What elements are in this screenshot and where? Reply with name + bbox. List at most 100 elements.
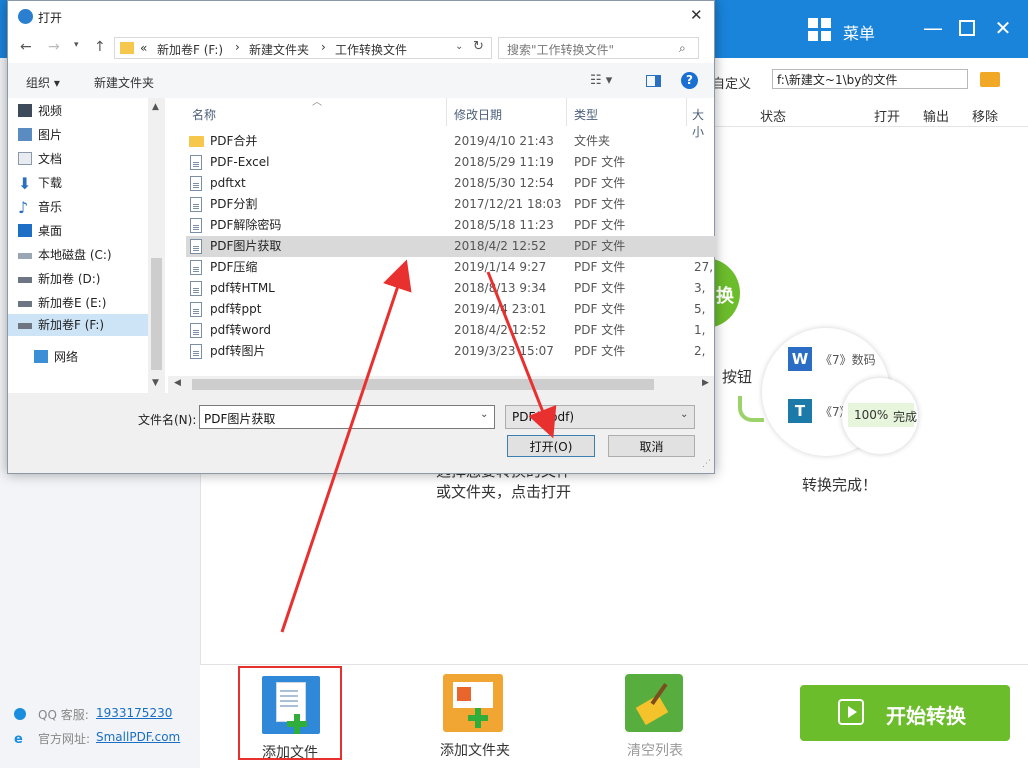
filename-input[interactable]: PDF图片获取 ⌄ xyxy=(199,405,495,429)
filename-label: 文件名(N): xyxy=(138,413,197,427)
pdf-file-icon xyxy=(190,281,202,296)
pdf-file-icon xyxy=(190,218,202,233)
site-url-link[interactable]: SmallPDF.com xyxy=(96,730,180,744)
dialog-title: 打开 xyxy=(38,11,63,25)
nav-item-drive-f[interactable]: 新加卷F (F:) xyxy=(18,314,104,336)
nav-item-video[interactable]: 视频 xyxy=(18,100,62,122)
preview-pane-icon[interactable] xyxy=(646,75,661,87)
start-convert-button[interactable]: 开始转换 xyxy=(800,685,1010,741)
resize-grip-icon[interactable]: ⋰ xyxy=(702,459,711,469)
file-type-dropdown-icon: ⌄ xyxy=(680,409,689,420)
hint-text-line2: 或文件夹，点击打开 xyxy=(436,483,572,501)
add-folder-label: 添加文件夹 xyxy=(440,743,510,759)
open-button[interactable]: 打开(O) xyxy=(507,435,595,457)
search-placeholder: 搜索"工作转换文件" xyxy=(507,43,615,57)
organize-menu[interactable]: 组织 ▾ xyxy=(26,74,60,91)
drive-icon xyxy=(18,277,32,283)
view-options-icon[interactable]: ☷ ▾ xyxy=(590,73,612,88)
column-divider xyxy=(686,98,687,126)
breadcrumb-current[interactable]: 工作转换文件 xyxy=(335,41,407,58)
open-file-dialog: 打开 ✕ ← → ▾ ↑ « 新加卷F (F:) › 新建文件夹 › 工作转换文… xyxy=(7,0,716,474)
minimize-icon[interactable]: — xyxy=(918,14,948,42)
progress-state: 完成 xyxy=(893,410,918,424)
maximize-icon[interactable] xyxy=(952,14,982,42)
broom-icon xyxy=(625,674,683,732)
cancel-button[interactable]: 取消 xyxy=(608,435,695,457)
recent-chevron-icon[interactable]: ▾ xyxy=(74,40,79,50)
up-arrow-icon[interactable]: ↑ xyxy=(94,39,106,55)
new-folder-button[interactable]: 新建文件夹 xyxy=(94,74,154,91)
file-row[interactable]: PDF分割 2017/12/21 18:03 PDF 文件 xyxy=(186,194,716,215)
breadcrumb-sep: › xyxy=(235,40,240,54)
breadcrumb-drive[interactable]: 新加卷F (F:) xyxy=(157,41,223,58)
forward-arrow-icon[interactable]: → xyxy=(48,39,60,55)
file-row[interactable]: pdf转ppt 2019/4/4 23:01 PDF 文件 5, xyxy=(186,299,716,320)
file-row[interactable]: pdf转word 2018/4/2 12:52 PDF 文件 1, xyxy=(186,320,716,341)
nav-item-drive-c[interactable]: 本地磁盘 (C:) xyxy=(18,244,112,266)
file-row[interactable]: PDF解除密码 2018/5/18 11:23 PDF 文件 xyxy=(186,215,716,236)
play-icon xyxy=(838,699,864,725)
nav-item-downloads[interactable]: ⬇ 下载 xyxy=(18,172,62,194)
music-icon: ♪ xyxy=(18,198,29,217)
address-bar[interactable]: « 新加卷F (F:) › 新建文件夹 › 工作转换文件 ⌄ ↻ xyxy=(114,37,492,59)
start-convert-label: 开始转换 xyxy=(886,704,966,728)
nav-item-documents[interactable]: 文档 xyxy=(18,148,62,170)
file-row-selected[interactable]: PDF图片获取 2018/4/2 12:52 PDF 文件 xyxy=(186,236,716,257)
desktop-icon xyxy=(18,224,32,237)
menu-grid-icon[interactable] xyxy=(808,18,832,42)
help-icon[interactable]: ? xyxy=(681,72,698,89)
search-input[interactable]: 搜索"工作转换文件" ⌕ xyxy=(498,37,699,59)
add-folder-icon xyxy=(443,674,503,732)
qq-number-link[interactable]: 1933175230 xyxy=(96,706,172,720)
address-dropdown-icon[interactable]: ⌄ xyxy=(455,41,463,52)
dialog-close-icon[interactable]: ✕ xyxy=(690,6,703,24)
back-arrow-icon[interactable]: ← xyxy=(20,39,32,55)
dialog-toolbar: 组织 ▾ 新建文件夹 ☷ ▾ ? xyxy=(8,63,714,99)
nav-item-network[interactable]: 网络 xyxy=(34,346,78,368)
file-row[interactable]: pdf转HTML 2018/8/13 9:34 PDF 文件 3, xyxy=(186,278,716,299)
nav-item-music[interactable]: ♪ 音乐 xyxy=(18,196,62,218)
clear-list-label: 清空列表 xyxy=(627,743,683,759)
breadcrumb-sep: › xyxy=(321,40,326,54)
add-file-button[interactable]: 添加文件 xyxy=(238,666,342,761)
completion-item-1: 《7》数码 xyxy=(820,353,876,367)
refresh-icon[interactable]: ↻ xyxy=(473,39,484,54)
clear-list-button[interactable]: 清空列表 xyxy=(612,666,702,760)
pdf-file-icon xyxy=(190,197,202,212)
file-row[interactable]: pdf转图片 2019/3/23 15:07 PDF 文件 2, xyxy=(186,341,716,362)
custom-path-label: 自定义 xyxy=(712,77,752,92)
output-path-input[interactable]: f:\新建文~1\by的文件 xyxy=(772,69,968,89)
nav-item-drive-d[interactable]: 新加卷 (D:) xyxy=(18,268,100,290)
breadcrumb-folder[interactable]: 新建文件夹 xyxy=(249,41,309,58)
pdf-file-icon xyxy=(190,260,202,275)
add-folder-button[interactable]: 添加文件夹 xyxy=(430,666,550,760)
drive-icon xyxy=(18,301,32,307)
close-icon[interactable]: ✕ xyxy=(988,14,1018,42)
filename-dropdown-icon[interactable]: ⌄ xyxy=(480,409,488,420)
column-header-name[interactable]: 名称 xyxy=(192,106,216,123)
filename-value: PDF图片获取 xyxy=(204,412,276,426)
add-file-icon xyxy=(262,676,320,734)
file-list-pane: ︿ 名称 修改日期 类型 大小 PDF合并 2019/4/10 21:43 文件夹 … xyxy=(168,97,716,393)
file-row[interactable]: PDF压缩 2019/1/14 9:27 PDF 文件 27, xyxy=(186,257,716,278)
column-header-date[interactable]: 修改日期 xyxy=(454,106,502,123)
hint-button-text: 按钮 xyxy=(722,368,753,386)
nav-item-drive-e[interactable]: 新加卷E (E:) xyxy=(18,292,106,314)
check-arrow-icon xyxy=(738,396,764,422)
column-header-type[interactable]: 类型 xyxy=(574,106,598,123)
file-row[interactable]: PDF-Excel 2018/5/29 11:19 PDF 文件 xyxy=(186,152,716,173)
pdf-file-icon xyxy=(190,176,202,191)
menu-button[interactable]: 菜单 xyxy=(843,20,875,44)
nav-item-pictures[interactable]: 图片 xyxy=(18,124,62,146)
file-row[interactable]: PDF合并 2019/4/10 21:43 文件夹 xyxy=(186,131,716,152)
file-type-select[interactable]: PDF(*.pdf) ⌄ xyxy=(505,405,695,429)
qq-icon xyxy=(14,708,26,720)
nav-item-desktop[interactable]: 桌面 xyxy=(18,220,62,242)
add-file-label: 添加文件 xyxy=(262,745,318,761)
folder-browse-icon[interactable] xyxy=(980,72,1000,87)
breadcrumb-prefix: « xyxy=(140,41,148,55)
file-hscrollbar[interactable]: ◀ ▶ xyxy=(168,376,714,393)
file-row[interactable]: pdftxt 2018/5/30 12:54 PDF 文件 xyxy=(186,173,716,194)
nav-scrollbar[interactable]: ▲ ▼ xyxy=(148,98,165,393)
pdf-file-icon xyxy=(190,344,202,359)
